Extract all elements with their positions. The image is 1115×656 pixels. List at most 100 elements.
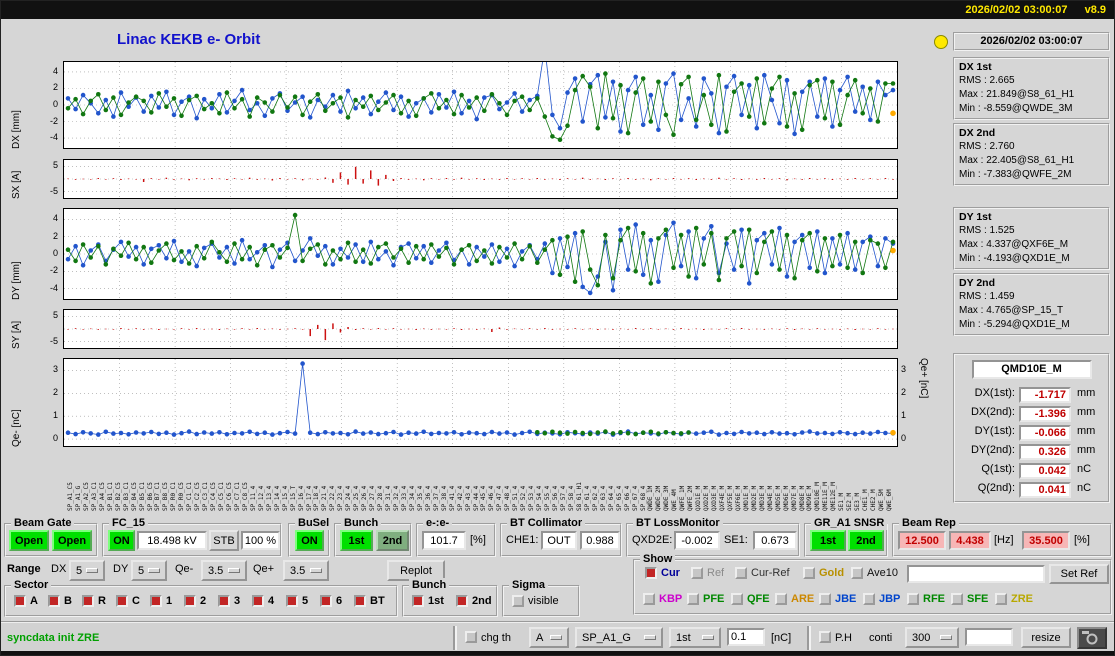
sector-b-checkbox[interactable] [48, 595, 60, 607]
show-zre-checkbox[interactable] [995, 593, 1007, 605]
bpm-x-label: SP_C3_C1 [202, 482, 209, 511]
show-ref-checkbox[interactable] [691, 567, 703, 579]
stat-box-dx-2nd: DX 2nd RMS : 2.760 Max : 22.405@S8_61_H1… [953, 123, 1110, 186]
sector-4-checkbox[interactable] [252, 595, 264, 607]
ph-checkbox[interactable] [819, 631, 831, 643]
bpm-x-label: QXD2E_M [703, 486, 710, 511]
bpm-x-label: SP_B8_C5 [162, 482, 169, 511]
bpm-x-label: QMD6E_M [783, 486, 790, 511]
bpm-x-label: QXF4E_M [719, 486, 726, 511]
show-jbe-checkbox[interactable] [819, 593, 831, 605]
show-rfe-label: RFE [923, 593, 945, 605]
show-are-checkbox[interactable] [775, 593, 787, 605]
bpm-x-label: QMD1E_M [743, 486, 750, 511]
sector-c-checkbox[interactable] [116, 595, 128, 607]
bunch-1st-button[interactable]: 1st [340, 530, 373, 551]
bpm-x-label: SP_R0_C1 [170, 482, 177, 511]
monitor-label: Q(2nd): [955, 482, 1015, 494]
sector-2-checkbox[interactable] [184, 595, 196, 607]
stat-min: Min : -8.559@QWDE_3M [959, 102, 1104, 116]
beam-gate-open-2-button[interactable]: Open [52, 530, 92, 551]
bpm-x-label: SP_33_4 [401, 486, 408, 511]
threshold-input[interactable] [727, 628, 765, 646]
bunch-order-select[interactable]: 1st [669, 627, 721, 648]
bpm-x-label: SP_16_4 [298, 486, 305, 511]
bpm-x-label: SP_48_4 [504, 486, 511, 511]
resize-button[interactable]: resize [1021, 627, 1071, 648]
bpm-x-label: SP_B5_C1 [139, 482, 146, 511]
sector-select-value: A [536, 632, 543, 644]
bpm-x-label: SP_C6_C5 [226, 482, 233, 511]
show-gold-checkbox[interactable] [803, 567, 815, 579]
sector-5-label: 5 [302, 595, 308, 607]
monitor-row: DX(2nd): -1.396 mm [955, 406, 1108, 423]
show-jbp-checkbox[interactable] [863, 593, 875, 605]
bpm-x-label: SP_61_4 [584, 486, 591, 511]
range-dy-select[interactable]: 5 [131, 560, 167, 581]
sector-bt-checkbox[interactable] [354, 595, 366, 607]
sx-plot [63, 159, 898, 199]
screenshot-button[interactable] [1077, 627, 1107, 649]
bpm-select[interactable]: SP_A1_G [575, 627, 663, 648]
sector-3-checkbox[interactable] [218, 595, 230, 607]
bpm-x-label: SP_57_4 [560, 486, 567, 511]
bpm-x-label: SP_C2_C5 [194, 482, 201, 511]
show-ave10-checkbox[interactable] [851, 567, 863, 579]
busel-group: BuSel ON [288, 523, 330, 557]
show-qfe-label: QFE [747, 593, 770, 605]
bunch-2nd-button[interactable]: 2nd [376, 530, 409, 551]
sector-5-checkbox[interactable] [286, 595, 298, 607]
range-qe-plus-select[interactable]: 3.5 [283, 560, 329, 581]
sector-r-checkbox[interactable] [82, 595, 94, 607]
fc15-on-button[interactable]: ON [108, 530, 135, 551]
bpm-x-label: SP_51_4 [512, 486, 519, 511]
bpm-x-label: CHE2_M [870, 489, 877, 511]
range-qe-minus-select[interactable]: 3.5 [201, 560, 247, 581]
bpm-x-label: SP_24_4 [345, 486, 352, 511]
stat-title: DY 1st [959, 211, 1104, 224]
bpm-x-label: SE1_M [838, 493, 845, 511]
monitor-panel: QMD10E_M DX(1st): -1.717 mm DX(2nd): -1.… [953, 353, 1110, 503]
show-kbp-checkbox[interactable] [643, 593, 655, 605]
sector-select[interactable]: A [529, 627, 569, 648]
beam-gate-open-1-button[interactable]: Open [9, 530, 49, 551]
bunch-1st-checkbox[interactable] [412, 595, 424, 607]
bpm-x-label: SP_C8_C5 [242, 482, 249, 511]
option-menu-icon [940, 635, 952, 640]
set-ref-button[interactable]: Set Ref [1049, 564, 1109, 584]
che1-value-display: 0.988 [580, 531, 620, 550]
bpm-x-label: SP_54_4 [536, 486, 543, 511]
sigma-visible-label: visible [528, 595, 559, 607]
gr-1st-button[interactable]: 1st [810, 530, 846, 551]
sector-1-checkbox[interactable] [150, 595, 162, 607]
dy-chart-row: DY [mm] 420-2-4 [1, 208, 951, 300]
show-cur-ref-checkbox[interactable] [735, 567, 747, 579]
bunch-title: Bunch [341, 516, 381, 530]
busel-on-button[interactable]: ON [295, 530, 324, 551]
sector-a-checkbox[interactable] [14, 595, 26, 607]
fc15-stb-button[interactable]: STB [209, 530, 239, 551]
show-qfe-checkbox[interactable] [731, 593, 743, 605]
monitor-row: Q(2nd): 0.041 nC [955, 482, 1108, 499]
show-sfe-checkbox[interactable] [951, 593, 963, 605]
sector-4-label: 4 [268, 595, 274, 607]
stat-title: DX 1st [959, 61, 1104, 74]
extra-input[interactable] [965, 628, 1013, 646]
range-dx-select[interactable]: 5 [69, 560, 105, 581]
chg-th-checkbox[interactable] [465, 631, 477, 643]
show-rfe-checkbox[interactable] [907, 593, 919, 605]
monitor-label: Q(1st): [955, 463, 1015, 475]
bpm-select-value: SP_A1_G [582, 632, 631, 644]
gr-2nd-button[interactable]: 2nd [848, 530, 884, 551]
bpm-x-label: SP_46_4 [488, 486, 495, 511]
bpm-x-label: SP_18_4 [313, 486, 320, 511]
sector-a-label: A [30, 595, 38, 607]
sector-6-checkbox[interactable] [320, 595, 332, 607]
sigma-visible-checkbox[interactable] [512, 595, 524, 607]
show-pfe-checkbox[interactable] [687, 593, 699, 605]
bt-collimator-title: BT Collimator [507, 516, 585, 530]
count-select[interactable]: 300 [905, 627, 959, 648]
ref-file-input[interactable] [907, 565, 1045, 583]
bunch-2nd-checkbox[interactable] [456, 595, 468, 607]
show-cur-checkbox[interactable] [645, 567, 657, 579]
